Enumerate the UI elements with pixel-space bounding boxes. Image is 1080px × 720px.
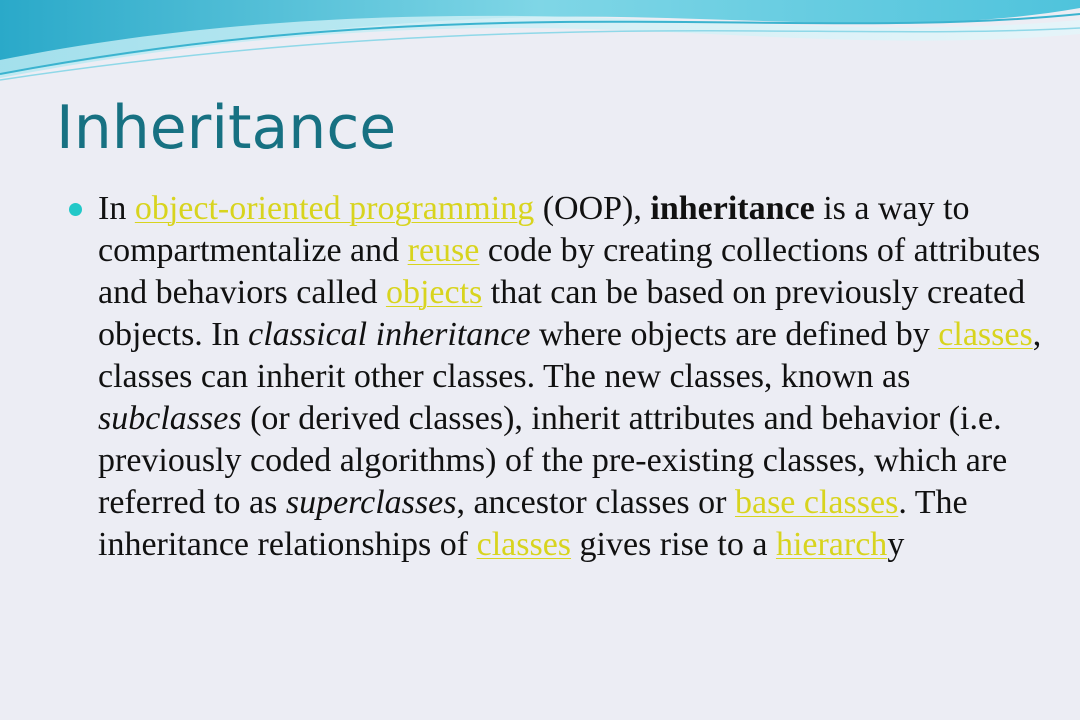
header-wave-decoration <box>0 0 1080 81</box>
link-objects[interactable]: objects <box>386 274 482 311</box>
link-object-oriented-programming[interactable]: object-oriented programming <box>135 190 534 227</box>
link-hierarchy[interactable]: hierarch <box>776 526 887 563</box>
text-run: y <box>887 526 905 563</box>
link-reuse[interactable]: reuse <box>408 232 480 269</box>
bullet-dot-icon <box>69 203 82 216</box>
bullet-paragraph: In object-oriented programming (OOP), in… <box>98 188 1048 566</box>
text-run: In <box>98 190 135 227</box>
text-run: , ancestor classes or <box>456 484 735 521</box>
link-base-classes[interactable]: base classes <box>735 484 898 521</box>
italic-term-superclasses: superclasses <box>285 484 457 521</box>
italic-term-subclasses: subclasses <box>98 400 242 437</box>
text-run: where objects are defined by <box>530 316 939 353</box>
bold-term-inheritance: inheritance <box>650 190 815 227</box>
link-classes[interactable]: classes <box>938 316 1032 353</box>
slide-title: Inheritance <box>56 93 397 163</box>
link-classes-2[interactable]: classes <box>477 526 571 563</box>
text-run: gives rise to a <box>571 526 776 563</box>
italic-term-classical-inheritance: classical inheritance <box>248 316 531 353</box>
text-run: (OOP), <box>534 190 651 227</box>
